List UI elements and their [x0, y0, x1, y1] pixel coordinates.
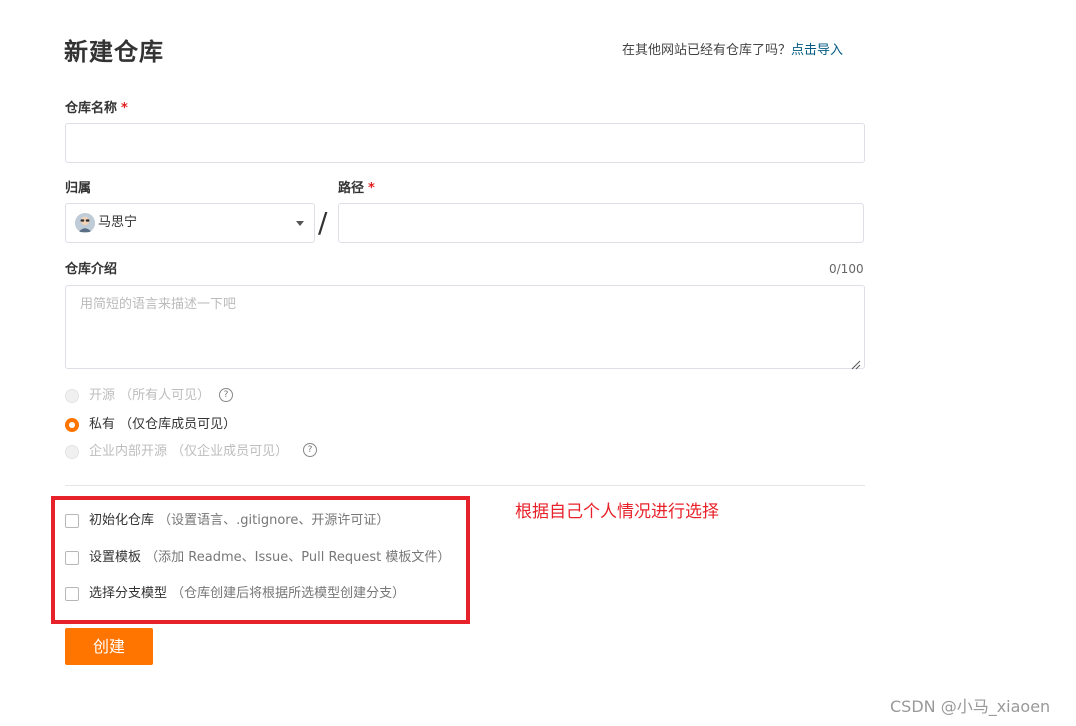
watermark: CSDN @小马_xiaoen — [890, 697, 1051, 716]
repo-name-input[interactable] — [65, 123, 865, 163]
annotation-highlight-box — [51, 496, 470, 624]
repo-name-label-text: 仓库名称 — [65, 101, 118, 116]
resize-handle-icon[interactable] — [851, 355, 861, 370]
radio-private-title: 私有 — [89, 417, 116, 432]
path-separator: / — [318, 206, 328, 239]
import-link[interactable]: 点击导入 — [791, 43, 843, 58]
radio-dot — [69, 422, 75, 428]
owner-label: 归属 — [65, 181, 92, 196]
help-icon[interactable]: ? — [303, 443, 317, 457]
radio-public-label: 开源 （所有人可见） — [89, 387, 210, 405]
description-counter: 0/100 — [829, 262, 864, 276]
avatar-icon — [75, 213, 95, 233]
required-mark: * — [121, 101, 128, 116]
radio-public-title: 开源 — [89, 388, 116, 403]
page-title: 新建仓库 — [64, 38, 164, 66]
radio-internal-label: 企业内部开源 （仅企业成员可见） — [89, 443, 288, 461]
path-label: 路径 * — [338, 180, 375, 198]
radio-public-hint: （所有人可见） — [119, 388, 211, 403]
radio-private[interactable] — [65, 418, 79, 432]
owner-name: 马思宁 — [98, 215, 138, 230]
path-input[interactable] — [338, 203, 864, 243]
radio-internal-hint: （仅企业成员可见） — [171, 444, 289, 459]
caret-down-icon — [296, 221, 304, 226]
import-prompt: 在其他网站已经有仓库了吗？点击导入 — [622, 42, 843, 60]
create-button[interactable]: 创建 — [65, 628, 153, 665]
radio-internal[interactable] — [65, 445, 79, 459]
radio-public[interactable] — [65, 389, 79, 403]
owner-select[interactable]: 马思宁 — [65, 203, 315, 243]
required-mark: * — [368, 181, 375, 196]
divider — [65, 485, 865, 486]
radio-private-hint: （仅仓库成员可见） — [119, 417, 237, 432]
description-textarea[interactable]: 用简短的语言来描述一下吧 — [65, 285, 865, 370]
repo-name-label: 仓库名称 * — [65, 100, 128, 118]
help-icon[interactable]: ? — [219, 388, 233, 402]
path-label-text: 路径 — [338, 181, 365, 196]
radio-internal-title: 企业内部开源 — [89, 444, 168, 459]
annotation-text: 根据自己个人情况进行选择 — [515, 502, 719, 522]
radio-private-label: 私有 （仅仓库成员可见） — [89, 416, 236, 434]
description-placeholder: 用简短的语言来描述一下吧 — [80, 297, 237, 312]
description-label: 仓库介绍 — [65, 262, 118, 277]
import-prompt-text: 在其他网站已经有仓库了吗？ — [622, 43, 792, 58]
